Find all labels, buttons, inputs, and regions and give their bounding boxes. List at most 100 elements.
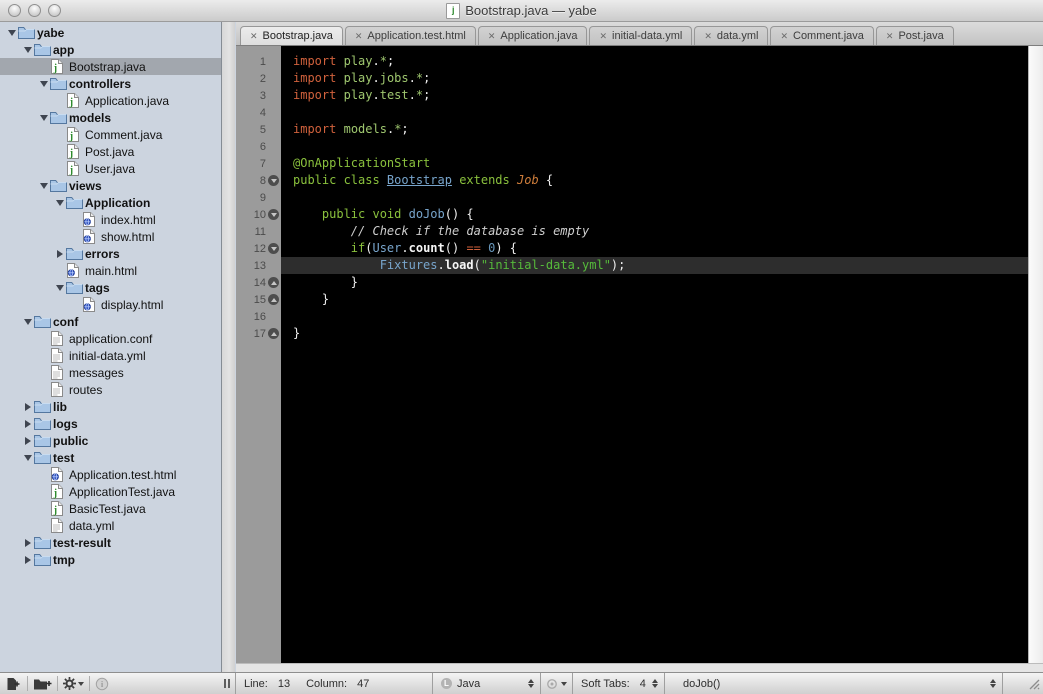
tab-close-icon[interactable]: ✕ <box>780 32 788 41</box>
tree-item-BasicTest.java[interactable]: jBasicTest.java <box>0 500 221 517</box>
code-line-9[interactable] <box>281 189 1028 206</box>
disclosure-triangle[interactable] <box>22 45 34 55</box>
info-button[interactable]: i <box>91 676 113 692</box>
fold-marker-down-icon[interactable] <box>268 243 279 254</box>
window-resize-grip[interactable] <box>1003 673 1043 694</box>
tab-close-icon[interactable]: ✕ <box>355 32 363 41</box>
actions-button[interactable] <box>59 676 88 692</box>
disclosure-triangle[interactable] <box>38 113 50 123</box>
drawer-resize-handle[interactable] <box>224 679 230 688</box>
tree-item-views[interactable]: views <box>0 177 221 194</box>
drawer-scrollbar[interactable] <box>222 22 235 672</box>
disclosure-triangle[interactable] <box>38 181 50 191</box>
disclosure-triangle[interactable] <box>54 249 66 259</box>
tree-item-errors[interactable]: errors <box>0 245 221 262</box>
fold-marker-down-icon[interactable] <box>268 209 279 220</box>
fold-marker-up-icon[interactable] <box>268 294 279 305</box>
tab-Comment.java[interactable]: ✕Comment.java <box>770 26 873 45</box>
tree-item-main.html[interactable]: main.html <box>0 262 221 279</box>
tree-item-app[interactable]: app <box>0 41 221 58</box>
tab-close-icon[interactable]: ✕ <box>704 32 712 41</box>
tree-item-models[interactable]: models <box>0 109 221 126</box>
new-folder-button[interactable] <box>29 676 56 692</box>
disclosure-triangle[interactable] <box>22 538 34 548</box>
tab-Bootstrap.java[interactable]: ✕Bootstrap.java <box>240 26 343 45</box>
tab-data.yml[interactable]: ✕data.yml <box>694 26 768 45</box>
code-line-7[interactable]: @OnApplicationStart <box>281 155 1028 172</box>
tree-item-public[interactable]: public <box>0 432 221 449</box>
code-line-12[interactable]: if(User.count() == 0) { <box>281 240 1028 257</box>
tree-item-logs[interactable]: logs <box>0 415 221 432</box>
tree-item-Application.java[interactable]: jApplication.java <box>0 92 221 109</box>
fold-marker-up-icon[interactable] <box>268 277 279 288</box>
tab-Application.test.html[interactable]: ✕Application.test.html <box>345 26 476 45</box>
code-line-6[interactable] <box>281 138 1028 155</box>
tree-item-messages[interactable]: messages <box>0 364 221 381</box>
code-line-17[interactable]: } <box>281 325 1028 342</box>
tree-item-show.html[interactable]: show.html <box>0 228 221 245</box>
code-line-5[interactable]: import models.*; <box>281 121 1028 138</box>
editor-vertical-scrollbar[interactable] <box>1028 46 1043 663</box>
code-line-8[interactable]: public class Bootstrap extends Job { <box>281 172 1028 189</box>
tree-item-Application.test.html[interactable]: Application.test.html <box>0 466 221 483</box>
disclosure-triangle[interactable] <box>22 402 34 412</box>
tree-item-initial-data.yml[interactable]: initial-data.yml <box>0 347 221 364</box>
tab-Application.java[interactable]: ✕Application.java <box>478 26 588 45</box>
tree-item-application.conf[interactable]: application.conf <box>0 330 221 347</box>
tab-close-icon[interactable]: ✕ <box>250 32 258 41</box>
tree-item-lib[interactable]: lib <box>0 398 221 415</box>
tree-item-index.html[interactable]: index.html <box>0 211 221 228</box>
tree-item-Bootstrap.java[interactable]: jBootstrap.java <box>0 58 221 75</box>
disclosure-triangle[interactable] <box>22 419 34 429</box>
code-line-10[interactable]: public void doJob() { <box>281 206 1028 223</box>
tree-item-controllers[interactable]: controllers <box>0 75 221 92</box>
tree-item-Comment.java[interactable]: jComment.java <box>0 126 221 143</box>
tree-item-test[interactable]: test <box>0 449 221 466</box>
disclosure-triangle[interactable] <box>38 79 50 89</box>
code-line-3[interactable]: import play.test.*; <box>281 87 1028 104</box>
tree-item-ApplicationTest.java[interactable]: jApplicationTest.java <box>0 483 221 500</box>
tab-Post.java[interactable]: ✕Post.java <box>876 26 954 45</box>
tree-item-tags[interactable]: tags <box>0 279 221 296</box>
tree-item-tmp[interactable]: tmp <box>0 551 221 568</box>
code-line-11[interactable]: // Check if the database is empty <box>281 223 1028 240</box>
fold-marker-down-icon[interactable] <box>268 175 279 186</box>
tree-item-data.yml[interactable]: data.yml <box>0 517 221 534</box>
tab-close-icon[interactable]: ✕ <box>886 32 894 41</box>
tab-initial-data.yml[interactable]: ✕initial-data.yml <box>589 26 692 45</box>
disclosure-triangle[interactable] <box>6 28 18 38</box>
language-selector[interactable]: L Java <box>433 673 541 694</box>
code-line-2[interactable]: import play.jobs.*; <box>281 70 1028 87</box>
code-line-1[interactable]: import play.*; <box>281 53 1028 70</box>
disclosure-triangle[interactable] <box>22 436 34 446</box>
code-line-4[interactable] <box>281 104 1028 121</box>
editor-horizontal-scrollbar[interactable] <box>236 663 1043 672</box>
tab-close-icon[interactable]: ✕ <box>488 32 496 41</box>
disclosure-triangle[interactable] <box>54 283 66 293</box>
tree-item-test-result[interactable]: test-result <box>0 534 221 551</box>
new-file-button[interactable] <box>2 676 26 692</box>
code-line-13[interactable]: Fixtures.load("initial-data.yml"); <box>281 257 1028 274</box>
tree-item-routes[interactable]: routes <box>0 381 221 398</box>
disclosure-triangle[interactable] <box>54 198 66 208</box>
tree-item-yabe[interactable]: yabe <box>0 24 221 41</box>
tree-item-User.java[interactable]: jUser.java <box>0 160 221 177</box>
tree-item-display.html[interactable]: display.html <box>0 296 221 313</box>
symbol-selector[interactable]: doJob() <box>665 673 1003 694</box>
soft-tabs-selector[interactable]: Soft Tabs: 4 <box>573 673 665 694</box>
disclosure-triangle[interactable] <box>22 555 34 565</box>
code-line-14[interactable]: } <box>281 274 1028 291</box>
tree-item-Application[interactable]: Application <box>0 194 221 211</box>
disclosure-triangle[interactable] <box>22 317 34 327</box>
fold-marker-up-icon[interactable] <box>268 328 279 339</box>
code-line-16[interactable] <box>281 308 1028 325</box>
bundle-actions-button[interactable] <box>541 673 573 694</box>
tab-close-icon[interactable]: ✕ <box>599 32 607 41</box>
code-line-15[interactable]: } <box>281 291 1028 308</box>
disclosure-triangle[interactable] <box>22 453 34 463</box>
tree-item-Post.java[interactable]: jPost.java <box>0 143 221 160</box>
window-titlebar[interactable]: j Bootstrap.java — yabe <box>0 0 1043 22</box>
file-tree[interactable]: yabeappjBootstrap.javacontrollersjApplic… <box>0 22 222 672</box>
code-area[interactable]: import play.*;import play.jobs.*;import … <box>281 46 1028 663</box>
tree-item-conf[interactable]: conf <box>0 313 221 330</box>
